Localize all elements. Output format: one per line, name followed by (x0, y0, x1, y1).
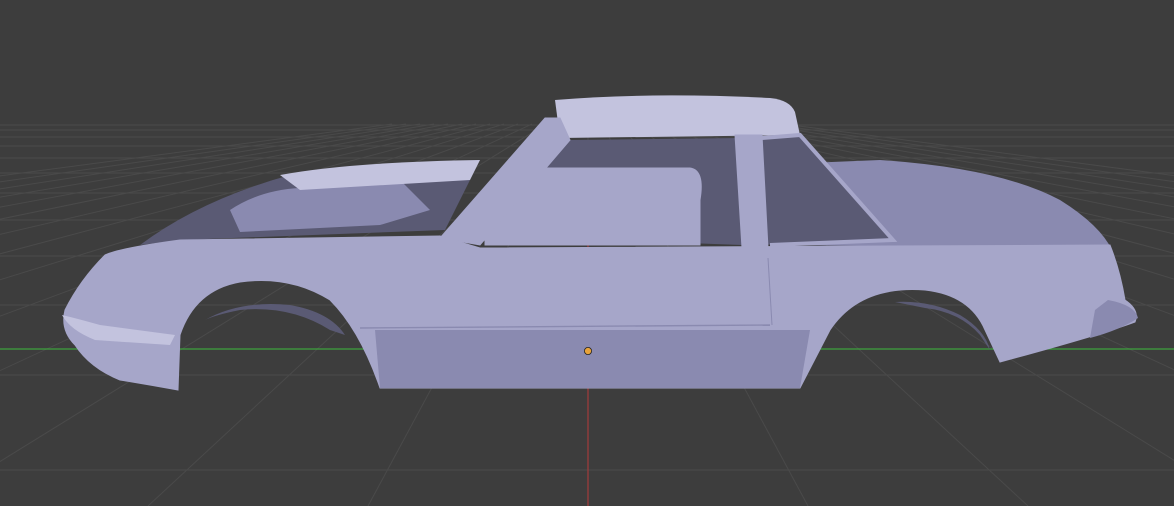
roof-panel (555, 95, 800, 138)
rocker-panel (375, 330, 810, 388)
object-origin-icon[interactable] (584, 346, 593, 355)
3d-viewport[interactable] (0, 0, 1174, 506)
viewport-scene[interactable] (0, 0, 1174, 506)
car-body-mesh[interactable] (62, 95, 1138, 391)
front-wheel-arch (205, 304, 345, 335)
